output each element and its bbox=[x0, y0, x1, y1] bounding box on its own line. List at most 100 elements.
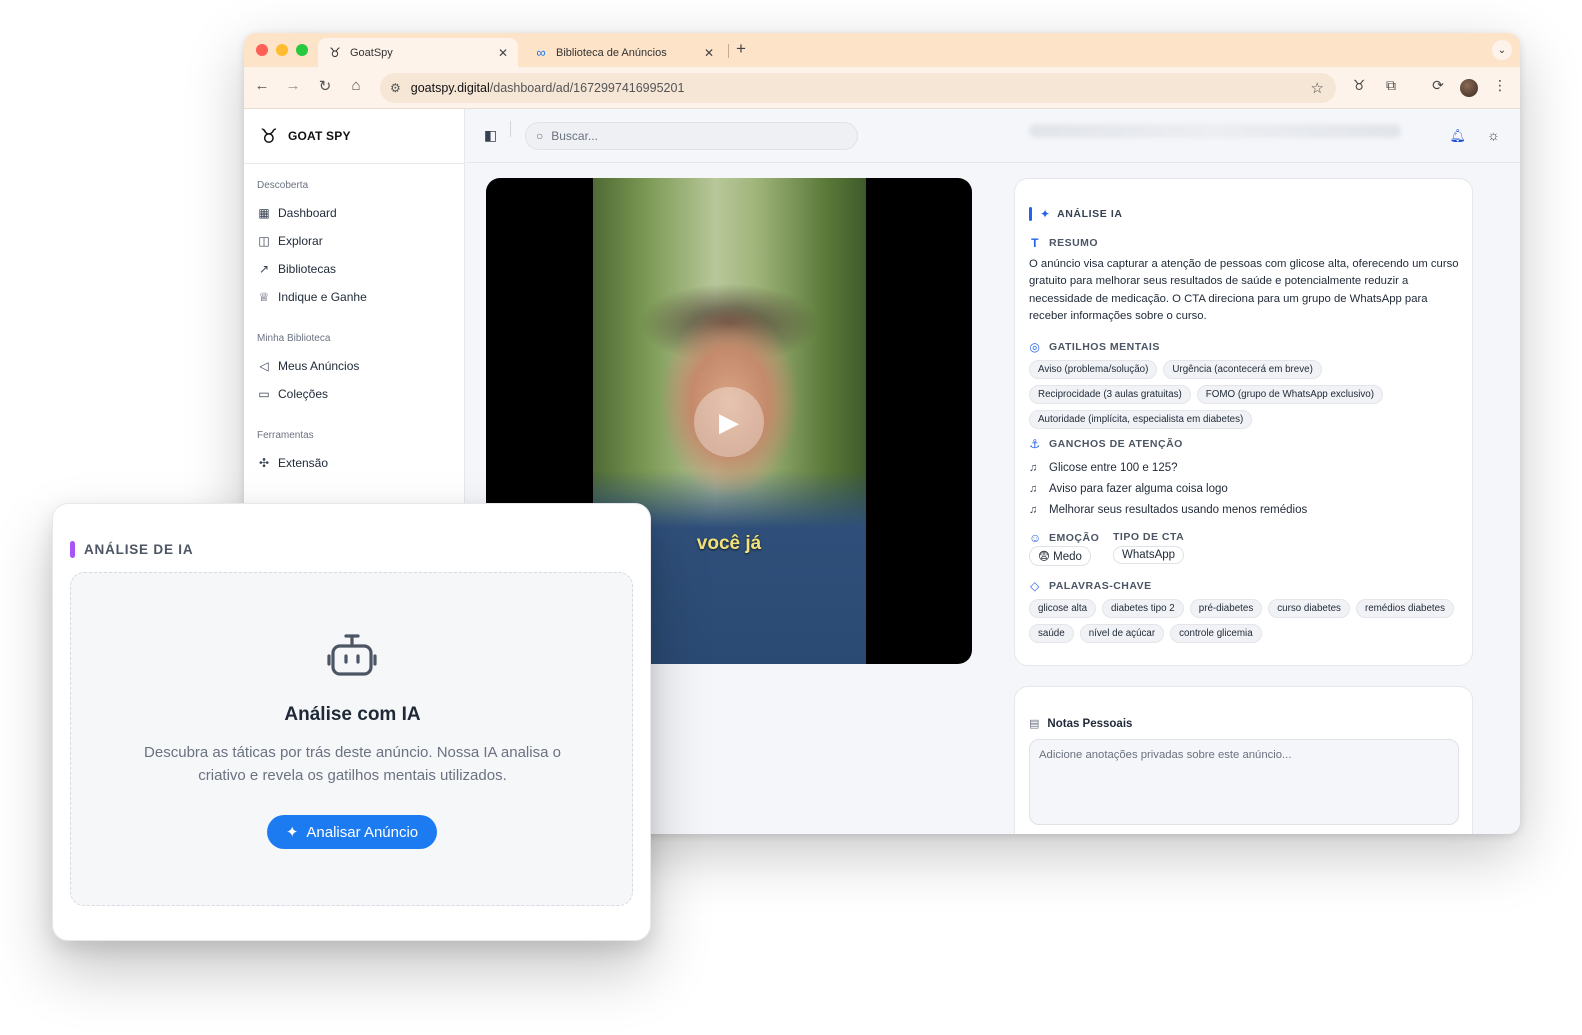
hooks-list: ♫ Glicose entre 100 e 125? ♫ Aviso para … bbox=[1029, 457, 1307, 520]
cta-label: TIPO DE CTA bbox=[1113, 531, 1184, 543]
tab-title: Biblioteca de Anúncios bbox=[556, 46, 667, 59]
goatspy-extension-icon[interactable]: ♉ bbox=[1349, 77, 1369, 94]
tab-separator bbox=[728, 44, 729, 58]
cta-badge: WhatsApp bbox=[1113, 546, 1185, 564]
chart-line-icon: ↗ bbox=[258, 262, 270, 276]
section-label-minha-biblioteca: Minha Biblioteca bbox=[257, 333, 331, 344]
notes-header: ▤ Notas Pessoais bbox=[1029, 717, 1132, 731]
close-window-button[interactable] bbox=[256, 44, 268, 56]
analyze-ad-button-label: Analisar Anúncio bbox=[306, 823, 419, 841]
sidebar-item-indique-e-ganhe[interactable]: ♕ Indique e Ganhe bbox=[257, 288, 367, 306]
reload-icon[interactable]: ↻ bbox=[315, 77, 335, 95]
hook-icon: ⚓︎ bbox=[1029, 437, 1041, 451]
site-settings-icon[interactable]: ⚙ bbox=[390, 81, 401, 95]
explore-icon: ◫ bbox=[258, 234, 270, 248]
sidebar-toggle-icon[interactable]: ◧ bbox=[484, 127, 497, 144]
tab-bar: ♉ GoatSpy ✕ ∞ Biblioteca de Anúncios ✕ +… bbox=[244, 33, 1520, 67]
tab-title: GoatSpy bbox=[350, 46, 393, 59]
list-item: ♫ Melhorar seus resultados usando menos … bbox=[1029, 499, 1307, 520]
play-icon[interactable]: ▶ bbox=[694, 387, 764, 457]
target-icon: ◎ bbox=[1029, 340, 1041, 354]
keywords-label-text: PALAVRAS-CHAVE bbox=[1049, 580, 1152, 592]
forward-arrow-icon[interactable]: → bbox=[283, 77, 303, 94]
popup-description: Descubra as táticas por trás deste anúnc… bbox=[144, 744, 561, 784]
puzzle-icon: ✣ bbox=[258, 456, 270, 470]
section-label-ferramentas: Ferramentas bbox=[257, 430, 314, 441]
section-label-descoberta: Descoberta bbox=[257, 180, 309, 191]
keywords-list: glicose alta diabetes tipo 2 pré-diabete… bbox=[1029, 599, 1469, 643]
back-arrow-icon[interactable]: ← bbox=[252, 77, 272, 94]
analyze-ad-button[interactable]: ✦ Analisar Anúncio bbox=[267, 815, 437, 849]
search-input[interactable]: ○ Buscar... bbox=[525, 122, 858, 150]
keyword-chip: pré-diabetes bbox=[1189, 599, 1263, 618]
cta-label-text: TIPO DE CTA bbox=[1113, 531, 1185, 543]
summary-text: O anúncio visa capturar a atenção de pes… bbox=[1029, 258, 1459, 322]
top-bar: ◧ ○ Buscar... 🔔︎ ☼ bbox=[466, 109, 1520, 163]
maximize-window-button[interactable] bbox=[296, 44, 308, 56]
meta-logo-icon: ∞ bbox=[536, 45, 546, 60]
sidebar-item-explorar[interactable]: ◫ Explorar bbox=[257, 232, 323, 250]
sidebar-item-bibliotecas[interactable]: ↗ Bibliotecas bbox=[257, 260, 336, 278]
brand[interactable]: ♉ GOAT SPY bbox=[260, 123, 351, 149]
sidebar-item-colecoes[interactable]: ▭ Coleções bbox=[257, 385, 328, 403]
notes-card: ▤ Notas Pessoais Adicione anotações priv… bbox=[1014, 686, 1473, 834]
goat-logo-icon: ♉ bbox=[329, 44, 341, 60]
sidebar-item-label: Dashboard bbox=[278, 206, 337, 220]
blurred-banner bbox=[1029, 124, 1401, 138]
notification-bell-icon[interactable]: 🔔︎ bbox=[1449, 128, 1466, 144]
keywords-label: ◇ PALAVRAS-CHAVE bbox=[1029, 579, 1152, 593]
keyword-chip: nível de açúcar bbox=[1079, 624, 1165, 643]
list-item: ♫ Glicose entre 100 e 125? bbox=[1029, 457, 1307, 478]
list-item: ♫ Aviso para fazer alguma coisa logo bbox=[1029, 478, 1307, 499]
search-placeholder: Buscar... bbox=[551, 129, 598, 143]
note-icon: ▤ bbox=[1029, 718, 1040, 730]
more-menu-icon[interactable]: ⋮ bbox=[1490, 77, 1510, 94]
new-tab-button[interactable]: + bbox=[736, 39, 746, 59]
tab-search-button[interactable]: ⌄ bbox=[1492, 40, 1512, 60]
headphones-icon: ♫ bbox=[1029, 461, 1038, 474]
keyword-chip: saúde bbox=[1029, 624, 1074, 643]
trigger-chip: Aviso (problema/solução) bbox=[1029, 360, 1158, 379]
url-field[interactable]: ⚙ goatspy.digital/dashboard/ad/167299741… bbox=[380, 73, 1336, 103]
close-icon[interactable]: ✕ bbox=[498, 46, 508, 60]
avatar[interactable] bbox=[1460, 79, 1478, 97]
summary-label: T RESUMO bbox=[1029, 236, 1098, 250]
summary-label-text: RESUMO bbox=[1049, 237, 1099, 249]
notes-textarea[interactable]: Adicione anotações privadas sobre este a… bbox=[1029, 739, 1459, 825]
bookmark-star-icon[interactable]: ☆ bbox=[1311, 79, 1324, 97]
tab-goatspy[interactable]: ♉ GoatSpy ✕ bbox=[318, 38, 518, 67]
ai-empty-state: Análise com IA Descubra as táticas por t… bbox=[70, 572, 633, 906]
sidebar-item-meus-anuncios[interactable]: ◁ Meus Anúncios bbox=[257, 357, 359, 375]
sidebar-item-extensao[interactable]: ✣ Extensão bbox=[257, 454, 328, 472]
trophy-icon: ♕ bbox=[258, 290, 270, 304]
accent-bar bbox=[70, 541, 75, 558]
ai-analysis-card: ✦ ANÁLISE IA T RESUMO O anúncio visa cap… bbox=[1014, 178, 1473, 666]
sidebar-item-label: Meus Anúncios bbox=[278, 359, 360, 373]
trigger-chip: Reciprocidade (3 aulas gratuitas) bbox=[1029, 385, 1191, 404]
sidebar-item-dashboard[interactable]: ▦ Dashboard bbox=[257, 204, 337, 222]
brand-name: GOAT SPY bbox=[287, 129, 351, 143]
triggers-list: Aviso (problema/solução) Urgência (acont… bbox=[1029, 360, 1469, 429]
hooks-label: ⚓︎ GANCHOS DE ATENÇÃO bbox=[1029, 437, 1183, 451]
triggers-label-text: GATILHOS MENTAIS bbox=[1049, 341, 1160, 353]
minimize-window-button[interactable] bbox=[276, 44, 288, 56]
keyword-chip: glicose alta bbox=[1029, 599, 1097, 618]
robot-icon bbox=[327, 634, 377, 676]
url-host: goatspy.digital bbox=[410, 81, 490, 95]
extensions-puzzle-icon[interactable]: ⧉ bbox=[1381, 77, 1401, 94]
sidebar-item-label: Indique e Ganhe bbox=[278, 290, 367, 304]
theme-toggle-icon[interactable]: ☼ bbox=[1487, 127, 1500, 143]
tab-biblioteca[interactable]: ∞ Biblioteca de Anúncios ✕ bbox=[524, 38, 724, 67]
url-path: /dashboard/ad/1672997416995201 bbox=[489, 81, 685, 95]
hook-text: Glicose entre 100 e 125? bbox=[1049, 461, 1178, 474]
address-bar: ← → ↻ ⌂ ⚙ goatspy.digital/dashboard/ad/1… bbox=[244, 67, 1520, 109]
divider bbox=[510, 121, 511, 137]
home-icon[interactable]: ⌂ bbox=[346, 77, 366, 94]
smile-icon: ☺ bbox=[1029, 531, 1042, 545]
triggers-label: ◎ GATILHOS MENTAIS bbox=[1029, 340, 1160, 354]
sync-icon[interactable]: ⟳ bbox=[1428, 77, 1448, 94]
trigger-chip: Autoridade (implícita, especialista em d… bbox=[1029, 410, 1253, 429]
close-icon[interactable]: ✕ bbox=[704, 46, 714, 60]
sidebar-item-label: Explorar bbox=[278, 234, 323, 248]
popup-header: ANÁLISE DE IA bbox=[70, 541, 193, 558]
